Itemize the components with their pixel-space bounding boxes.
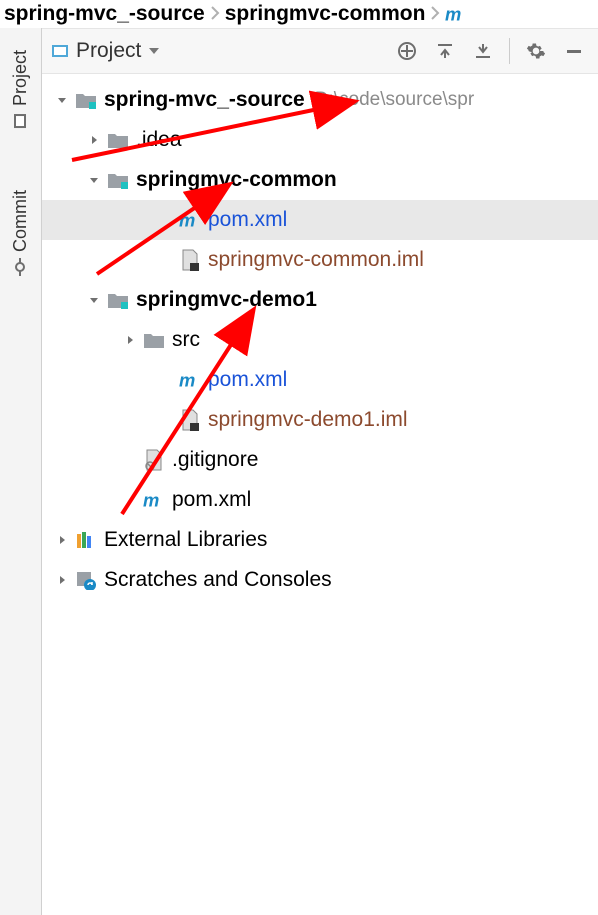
module-folder-icon [74, 88, 98, 112]
node-label: pom.xml [172, 488, 251, 512]
node-label: pom.xml [208, 208, 287, 232]
node-path-hint: D:\code\source\spr [315, 89, 474, 111]
svg-text:m: m [143, 489, 159, 510]
tab-commit[interactable]: Commit [10, 180, 31, 286]
folder-icon [142, 328, 166, 352]
module-folder-icon [106, 168, 130, 192]
node-label: springmvc-common [136, 168, 337, 192]
chevron-down-icon [147, 44, 161, 58]
tree-node-idea[interactable]: .idea [42, 120, 598, 160]
node-label: springmvc-common.iml [208, 248, 424, 272]
idea-module-file-icon [178, 408, 202, 432]
chevron-down-icon[interactable] [84, 290, 104, 310]
breadcrumb: spring-mvc_-source springmvc-common m [0, 0, 598, 28]
tree-node-demo-iml[interactable]: springmvc-demo1.iml [42, 400, 598, 440]
tree-node-demo-module[interactable]: springmvc-demo1 [42, 280, 598, 320]
node-label: Scratches and Consoles [104, 568, 332, 592]
chevron-down-icon[interactable] [52, 90, 72, 110]
maven-icon: m [142, 488, 166, 512]
breadcrumb-item[interactable]: spring-mvc_-source [4, 2, 205, 26]
select-opened-file-button[interactable] [391, 35, 423, 67]
chevron-right-icon[interactable] [52, 570, 72, 590]
maven-icon: m [178, 368, 202, 392]
node-label: External Libraries [104, 528, 267, 552]
breadcrumb-item[interactable]: springmvc-common [225, 2, 426, 26]
chevron-right-icon [209, 2, 221, 26]
tab-label: Commit [10, 190, 31, 252]
svg-text:m: m [445, 3, 461, 24]
node-label: src [172, 328, 200, 352]
chevron-right-icon [429, 2, 441, 26]
node-label: springmvc-demo1.iml [208, 408, 408, 432]
module-folder-icon [106, 288, 130, 312]
maven-icon: m [445, 3, 467, 25]
expand-all-button[interactable] [429, 35, 461, 67]
collapse-all-button[interactable] [467, 35, 499, 67]
node-label: pom.xml [208, 368, 287, 392]
node-label: .idea [136, 128, 182, 152]
svg-text:m: m [179, 369, 195, 390]
maven-icon: m [178, 208, 202, 232]
tab-label: Project [10, 50, 31, 106]
node-label: spring-mvc_-source [104, 88, 305, 112]
project-panel: Project spring-mvc_-sou [42, 28, 598, 915]
tree-node-src[interactable]: src [42, 320, 598, 360]
tree-node-common-pom[interactable]: m pom.xml [42, 200, 598, 240]
gear-icon[interactable] [520, 35, 552, 67]
panel-title-label: Project [76, 39, 141, 63]
tree-node-external-libraries[interactable]: External Libraries [42, 520, 598, 560]
tree-node-gitignore[interactable]: .gitignore [42, 440, 598, 480]
divider [509, 38, 510, 64]
panel-actions [391, 35, 590, 67]
node-label: springmvc-demo1 [136, 288, 317, 312]
svg-text:m: m [179, 209, 195, 230]
tab-project[interactable]: Project [10, 40, 31, 140]
project-tree[interactable]: spring-mvc_-source D:\code\source\spr .i… [42, 74, 598, 915]
node-label: .gitignore [172, 448, 258, 472]
chevron-right-icon[interactable] [84, 130, 104, 150]
tree-node-root-pom[interactable]: m pom.xml [42, 480, 598, 520]
chevron-right-icon[interactable] [120, 330, 140, 350]
tree-node-common-iml[interactable]: springmvc-common.iml [42, 240, 598, 280]
tree-node-demo-pom[interactable]: m pom.xml [42, 360, 598, 400]
idea-module-file-icon [178, 248, 202, 272]
chevron-right-icon[interactable] [52, 530, 72, 550]
tree-node-root-project[interactable]: spring-mvc_-source D:\code\source\spr [42, 80, 598, 120]
tree-node-common-module[interactable]: springmvc-common [42, 160, 598, 200]
scratches-icon [74, 568, 98, 592]
left-toolbar: Project Commit [0, 28, 42, 915]
hide-button[interactable] [558, 35, 590, 67]
chevron-down-icon[interactable] [84, 170, 104, 190]
panel-title-dropdown[interactable]: Project [50, 39, 161, 63]
tree-node-scratches[interactable]: Scratches and Consoles [42, 560, 598, 600]
panel-header: Project [42, 28, 598, 74]
folder-icon [106, 128, 130, 152]
file-ignore-icon [142, 448, 166, 472]
libraries-icon [74, 528, 98, 552]
